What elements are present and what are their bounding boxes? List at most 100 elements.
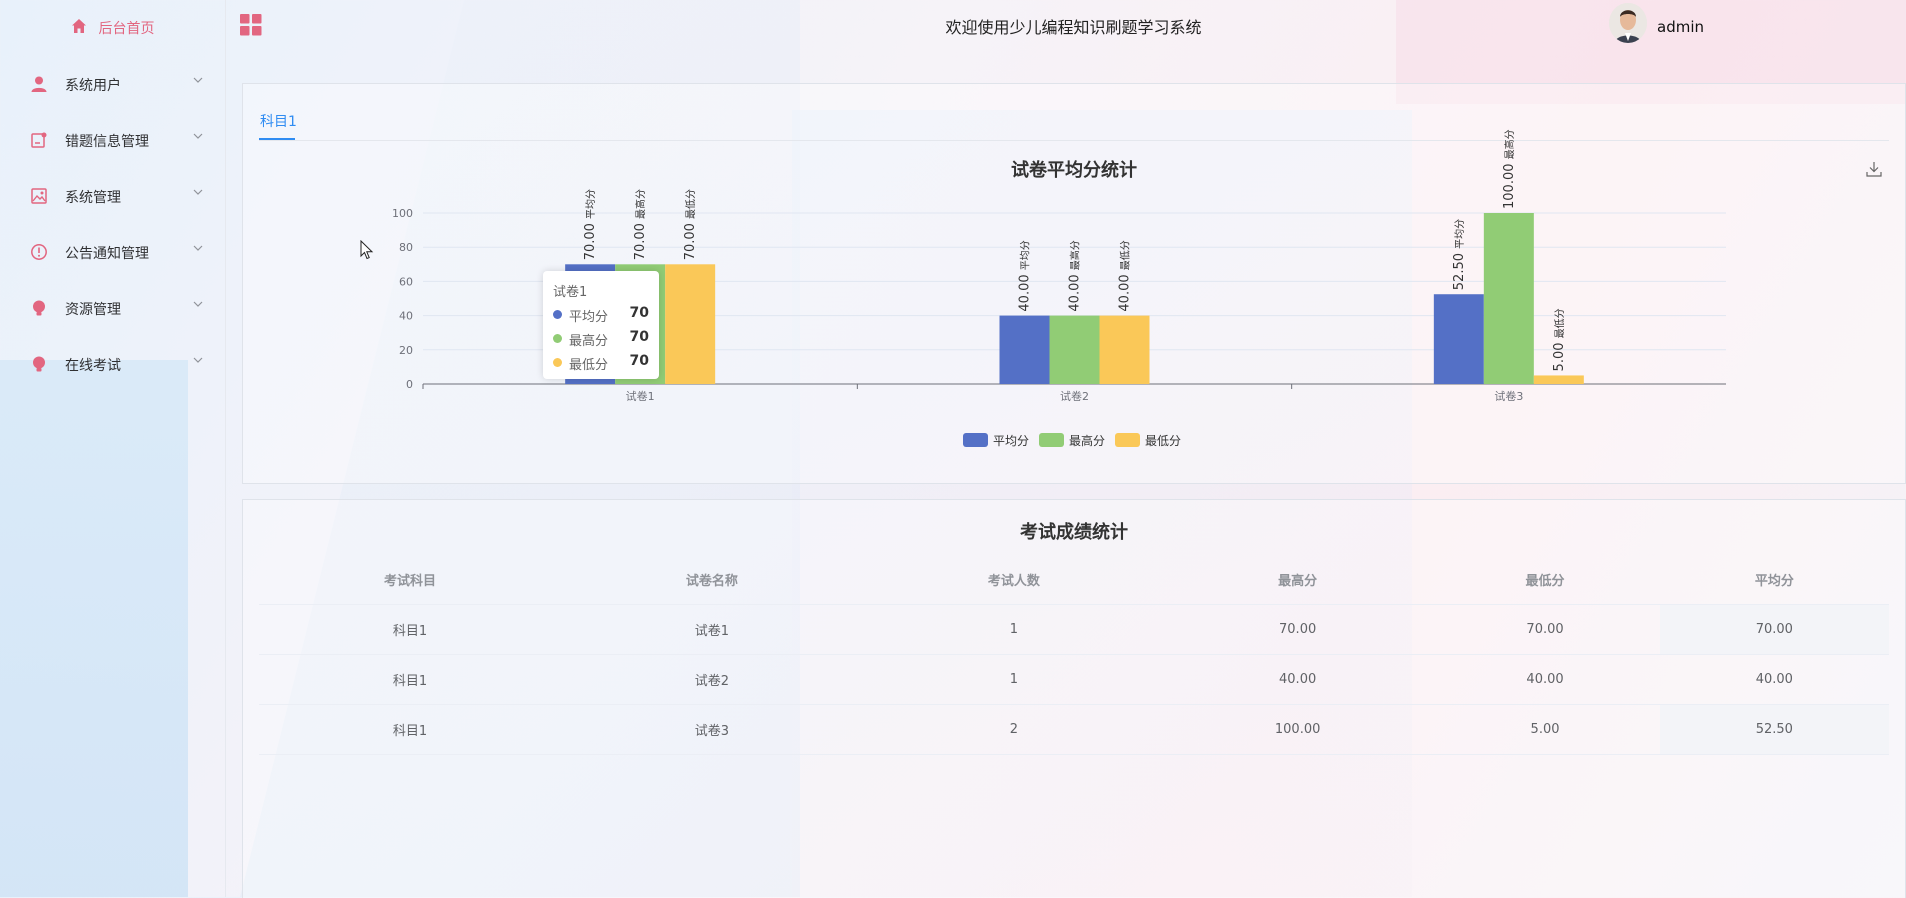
chevron-down-icon [192,242,204,254]
table-row[interactable]: 科目1 试卷3 2 100.00 5.00 52.50 [259,704,1889,755]
sidebar-item-home[interactable]: 后台首页 [0,12,225,44]
bar-data-label: 100.00 最高分 [1502,129,1517,209]
bar-series-label: 最低分 [684,189,697,219]
lightbulb-icon [30,355,48,373]
x-tick-label: 试卷2 [1060,389,1089,403]
user-icon [30,75,48,93]
bar-value-label: 40.00 [1018,270,1033,311]
table-cell: 40.00 [1430,654,1660,705]
system-title: 欢迎使用少儿编程知识刷题学习系统 [945,18,1202,37]
bar [1099,315,1150,384]
bar-series-label: 平均分 [1020,240,1032,270]
table-cell: 试卷1 [560,604,863,655]
tooltip-series-value: 70 [629,329,649,345]
table-cell: 40.00 [1164,654,1431,705]
series-dot [553,358,562,367]
bar [1049,315,1100,384]
series-dot [553,334,562,343]
username[interactable]: admin [1657,18,1704,36]
bar-data-label: 40.00 最低分 [1118,240,1133,311]
grid-menu-icon[interactable] [240,14,262,36]
sidebar-item-system-management[interactable]: 系统管理 [0,178,225,214]
mouse-cursor-icon [360,239,374,264]
tooltip-series-name: 平均分 [569,310,609,325]
sidebar-item-announcements[interactable]: 公告通知管理 [0,234,225,270]
chart-legend: 平均分 最高分 最低分 [963,432,1181,448]
tooltip-series-value: 70 [629,305,649,321]
legend-item-max[interactable]: 最高分 [1039,432,1105,448]
legend-label: 最低分 [1145,433,1182,448]
chevron-down-icon [192,354,204,366]
tooltip-row: 平均分 70 [553,305,649,325]
column-header: 考试人数 [862,555,1165,605]
table-cell: 100.00 [1164,704,1431,755]
tooltip-row: 最低分 70 [553,353,649,373]
table-row[interactable]: 科目1 试卷1 1 70.00 70.00 70.00 [259,604,1889,655]
legend-swatch [1115,433,1141,447]
sidebar-item-label: 在线考试 [65,358,121,374]
home-icon [71,18,87,38]
bar-value-label: 70.00 [583,219,598,260]
table-cell: 52.50 [1659,704,1889,755]
bar-data-label: 40.00 最高分 [1068,240,1083,311]
legend-swatch [1039,433,1065,447]
table-cell: 70.00 [1430,604,1660,655]
sidebar-home-label: 后台首页 [98,21,155,37]
table-cell: 1 [862,654,1165,705]
sidebar-item-resources[interactable]: 资源管理 [0,290,225,326]
sidebar-item-wrong-questions[interactable]: 错题信息管理 [0,122,225,158]
column-header: 平均分 [1659,555,1889,605]
table-card: 考试成绩统计 考试科目 试卷名称 考试人数 最高分 最低分 平均分 科目1 试卷… [242,499,1906,898]
legend-label: 平均分 [993,433,1030,448]
sidebar-item-online-exam[interactable]: 在线考试 [0,346,225,382]
legend-swatch [963,433,988,447]
avatar[interactable] [1609,3,1647,43]
tooltip-series-name: 最低分 [569,358,609,373]
table-header-row: 考试科目 试卷名称 考试人数 最高分 最低分 平均分 [259,555,1889,605]
bar [1433,294,1484,384]
lightbulb-icon [30,299,48,317]
bar [1533,375,1584,384]
bar-series-label: 最低分 [1553,308,1566,338]
bar-series-label: 最高分 [1069,240,1082,270]
table-cell: 5.00 [1430,704,1660,755]
notebook-icon [30,131,48,149]
bar-data-label: 5.00 最低分 [1552,308,1567,371]
picture-icon [30,187,48,205]
bar-value-label: 52.50 [1452,249,1467,290]
y-tick-label: 100 [392,207,413,220]
bar [999,315,1050,384]
chart-tooltip: 试卷1 平均分 70 最高分 70 最低分 70 [543,271,659,379]
sidebar-item-label: 错题信息管理 [65,134,149,150]
sidebar-item-label: 系统用户 [65,78,121,94]
table-title: 考试成绩统计 [1020,522,1128,543]
table-row[interactable]: 科目1 试卷2 1 40.00 40.00 40.00 [259,654,1889,705]
chevron-down-icon [192,74,204,86]
legend-item-min[interactable]: 最低分 [1115,432,1181,448]
column-header: 试卷名称 [560,555,863,605]
bar-value-label: 40.00 [1068,270,1083,311]
sidebar-item-label: 公告通知管理 [65,246,149,262]
legend-item-avg[interactable]: 平均分 [963,432,1029,448]
chevron-down-icon [192,130,204,142]
bar-series-label: 平均分 [1454,219,1466,249]
chevron-down-icon [192,298,204,310]
y-tick-label: 20 [399,344,413,357]
table-cell: 科目1 [259,604,561,655]
bar-value-label: 70.00 [633,219,648,260]
y-tick-label: 0 [406,378,413,391]
sidebar-item-system-users[interactable]: 系统用户 [0,66,225,102]
x-tick-label: 试卷3 [1494,389,1523,403]
bar-series-label: 平均分 [585,189,597,219]
tooltip-row: 最高分 70 [553,329,649,349]
bar-series-label: 最低分 [1119,240,1132,270]
column-header: 考试科目 [259,555,561,605]
bar-data-label: 52.50 平均分 [1452,219,1467,290]
y-tick-label: 80 [399,241,413,254]
tooltip-title: 试卷1 [553,285,588,300]
bar-value-label: 40.00 [1118,270,1133,311]
column-header: 最低分 [1430,555,1660,605]
sidebar-item-label: 资源管理 [65,302,121,318]
bar-data-label: 40.00 平均分 [1018,240,1033,311]
bar-data-label: 70.00 最低分 [683,189,698,260]
